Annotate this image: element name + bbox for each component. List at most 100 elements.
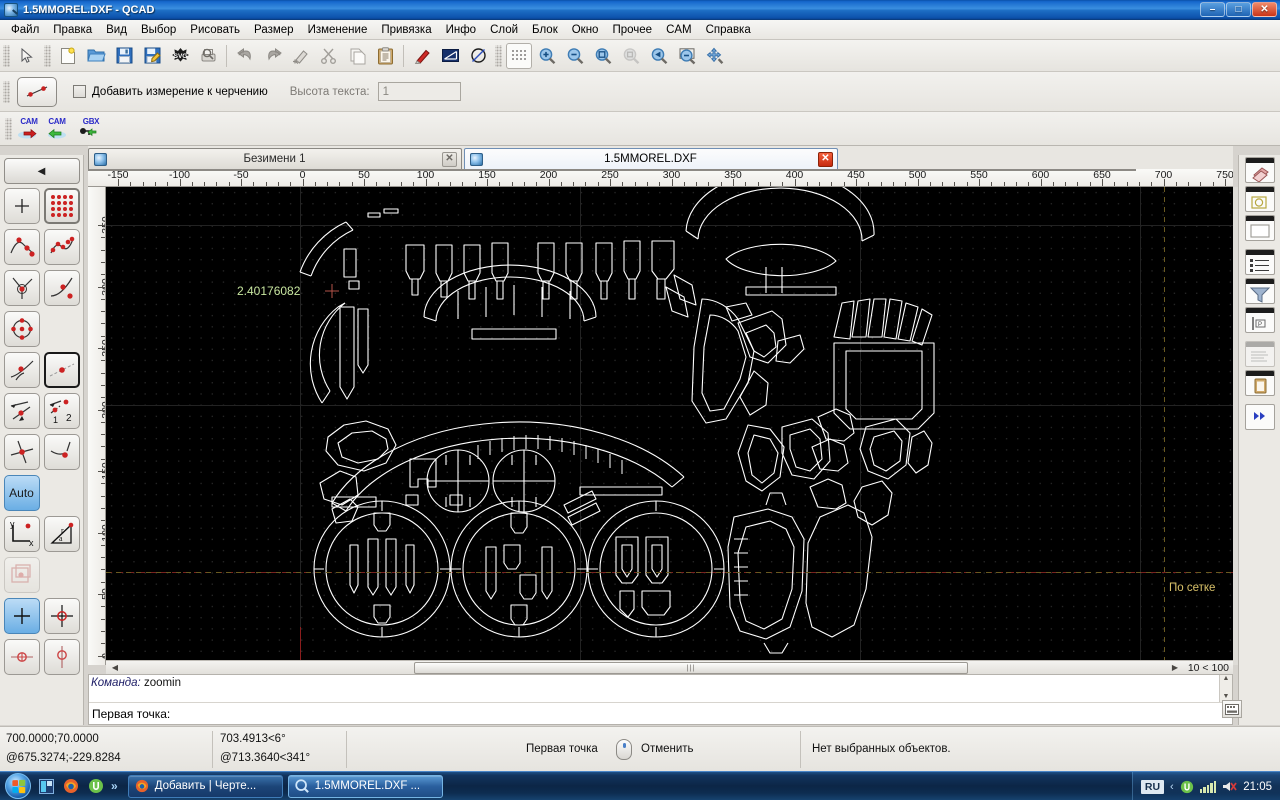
copy-icon[interactable] [344, 43, 370, 69]
pen-palette-icon[interactable]: P [1244, 307, 1275, 333]
snap-on-entity-icon[interactable] [43, 270, 80, 306]
menu-misc[interactable]: Прочее [605, 22, 659, 38]
cut-icon[interactable] [316, 43, 342, 69]
auto-snap-button[interactable]: Auto [3, 475, 40, 511]
save-icon[interactable] [111, 43, 137, 69]
snap-entity-icon[interactable] [43, 229, 80, 265]
taskbar-firefox[interactable]: Добавить | Черте... [127, 774, 283, 798]
command-input[interactable]: Первая точка: [89, 702, 1232, 724]
zoom-selection-icon[interactable] [674, 43, 700, 69]
drawing-canvas[interactable]: 2.40176082 По сетке [106, 187, 1233, 665]
menu-help[interactable]: Справка [699, 22, 758, 38]
menu-block[interactable]: Блок [525, 22, 565, 38]
snap-perpendicular-icon[interactable] [3, 434, 40, 470]
restrict-nothing-icon[interactable] [3, 557, 40, 593]
grid-icon[interactable] [506, 42, 532, 69]
taskbar-qcad[interactable]: 1.5MMOREL.DXF ... [287, 774, 443, 798]
toolbar-grip[interactable] [5, 117, 12, 140]
tray-expand-icon[interactable]: ‹ [1170, 781, 1174, 793]
block-list-icon[interactable] [1244, 186, 1275, 212]
zoom-auto-icon[interactable] [590, 43, 616, 69]
volume-muted-icon[interactable] [1222, 780, 1237, 793]
measure-distance-icon[interactable] [17, 76, 57, 107]
menu-modify[interactable]: Изменение [301, 22, 375, 38]
menu-select[interactable]: Выбор [134, 22, 183, 38]
tab-untitled-1[interactable]: Безимени 1 ✕ [88, 148, 462, 169]
maximize-button[interactable]: □ [1226, 2, 1251, 17]
menu-info[interactable]: Инфо [439, 22, 483, 38]
ellipse-icon[interactable] [465, 43, 491, 69]
utorrent-tray-icon[interactable] [1180, 780, 1194, 794]
firefox-quick-icon[interactable] [61, 776, 81, 796]
save-as-icon[interactable] [139, 43, 165, 69]
add-measurement-checkbox-wrap[interactable]: Добавить измерение к черчению [73, 85, 268, 98]
export-svg-icon[interactable]: SVG [167, 43, 193, 69]
set-relative-zero-icon[interactable] [3, 639, 40, 675]
zoom-out-icon[interactable] [562, 43, 588, 69]
menu-window[interactable]: Окно [565, 22, 606, 38]
canvas-horizontal-scrollbar[interactable]: ◀ ||| ▶ 10 < 100 [106, 660, 1233, 674]
toolbar-grip[interactable] [495, 44, 502, 67]
menu-draw[interactable]: Рисовать [183, 22, 247, 38]
menu-layer[interactable]: Слой [483, 22, 525, 38]
snap-intersection-icon[interactable] [3, 270, 40, 306]
tab-close-icon[interactable]: ✕ [818, 151, 833, 167]
property-editor-icon[interactable] [1244, 215, 1275, 241]
menu-edit[interactable]: Правка [46, 22, 99, 38]
pen-icon[interactable] [409, 43, 435, 69]
zoom-in-icon[interactable] [534, 43, 560, 69]
scroll-right-arrow-icon[interactable]: ▶ [1168, 662, 1182, 674]
zoom-pan-icon[interactable] [702, 43, 728, 69]
scroll-up-arrow-icon[interactable]: ▲ [1220, 675, 1232, 686]
tab-close-icon[interactable]: ✕ [442, 151, 457, 167]
erase-icon[interactable] [288, 43, 314, 69]
quicklaunch-overflow-icon[interactable]: » [111, 779, 118, 793]
scroll-left-arrow-icon[interactable]: ◀ [108, 662, 122, 674]
redo-icon[interactable] [260, 43, 286, 69]
signal-bars-icon[interactable] [1199, 780, 1217, 793]
script-console-icon[interactable] [1244, 341, 1275, 367]
toolbar-grip[interactable] [3, 80, 10, 103]
print-preview-icon[interactable] [195, 43, 221, 69]
menu-snap[interactable]: Привязка [374, 22, 438, 38]
show-desktop-icon[interactable] [36, 776, 56, 796]
open-folder-icon[interactable] [83, 43, 109, 69]
clipboard-icon[interactable] [1244, 370, 1275, 396]
menu-view[interactable]: Вид [99, 22, 134, 38]
snap-center-icon[interactable] [3, 311, 40, 347]
scrollbar-thumb[interactable]: ||| [414, 662, 968, 674]
canvas-vertical-scrollbar[interactable] [1233, 187, 1238, 665]
clock[interactable]: 21:05 [1243, 781, 1272, 793]
gbx-export-icon[interactable]: GBX [77, 115, 105, 143]
tab-1-5mmorel-dxf[interactable]: 1.5MMOREL.DXF ✕ [464, 148, 838, 169]
snap-ref-point-icon[interactable]: 12 [43, 393, 80, 429]
zoom-previous-icon[interactable] [646, 43, 672, 69]
menu-cam[interactable]: CAM [659, 22, 699, 38]
add-measurement-checkbox[interactable] [73, 85, 86, 98]
filter-icon[interactable] [1244, 278, 1275, 304]
menu-dimension[interactable]: Размер [247, 22, 301, 38]
text-height-input[interactable] [377, 82, 461, 101]
snap-distance-icon[interactable] [43, 352, 80, 388]
vertical-ruler[interactable]: 350300250200150100500 [88, 187, 106, 665]
start-orb-icon[interactable] [5, 773, 31, 799]
menu-file[interactable]: Файл [4, 22, 46, 38]
zoom-window-icon[interactable] [618, 43, 644, 69]
snap-tangential-icon[interactable] [43, 434, 80, 470]
close-button[interactable]: ✕ [1252, 2, 1277, 17]
lock-relative-zero-icon[interactable] [43, 639, 80, 675]
snap-middle-icon[interactable] [3, 352, 40, 388]
minimize-button[interactable]: – [1200, 2, 1225, 17]
dimension-icon[interactable] [437, 43, 463, 69]
layer-list-icon[interactable] [1244, 157, 1275, 183]
language-indicator[interactable]: RU [1140, 779, 1165, 794]
snap-relative-icon[interactable] [3, 393, 40, 429]
toolbar-grip[interactable] [3, 44, 10, 67]
restrict-orthogonal-icon[interactable]: yx [3, 516, 40, 552]
cam-import-icon[interactable]: CAM [43, 115, 71, 143]
utorrent-quick-icon[interactable] [86, 776, 106, 796]
command-keyboard-toggle[interactable] [1222, 700, 1242, 718]
library-browser-icon[interactable] [1244, 249, 1275, 275]
points-grid-icon[interactable] [43, 188, 80, 224]
toolbar-grip[interactable] [44, 44, 51, 67]
